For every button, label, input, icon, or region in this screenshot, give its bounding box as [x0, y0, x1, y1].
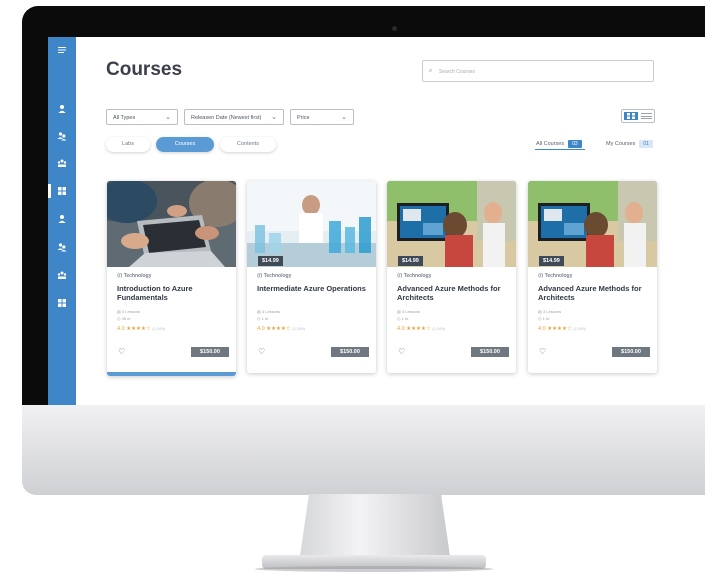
stand-shadow [255, 566, 493, 572]
my-courses-counter[interactable]: My Courses 01 [606, 140, 653, 148]
sale-price-tag: $14.99 [398, 256, 423, 266]
course-card[interactable]: $14.99 ⟨/⟩ Technology Advanced Azure Met… [528, 181, 657, 373]
active-counter-underline [535, 149, 585, 150]
duration: ◷ 1 hr [538, 316, 550, 321]
course-card[interactable]: $14.99 ⟨/⟩ Technology Intermediate Azure… [247, 181, 376, 373]
sidebar-active-indicator [48, 184, 51, 198]
list-view-icon[interactable] [641, 113, 652, 119]
course-title: Advanced Azure Methods for Architects [397, 284, 501, 302]
user-icon[interactable] [57, 214, 67, 224]
type-filter-dropdown[interactable]: All Types ⌄ [106, 109, 178, 125]
category-label: ⟨/⟩ Technology [117, 273, 152, 279]
tab-contents[interactable]: Contents [220, 137, 276, 152]
course-title: Advanced Azure Methods for Architects [538, 284, 642, 302]
duration: ◷ 1 hr [257, 316, 269, 321]
heart-icon[interactable]: ♡ [539, 347, 546, 356]
monitor-chin [22, 405, 705, 495]
my-courses-label: My Courses [606, 141, 636, 147]
price-button[interactable]: $150.00 [191, 347, 229, 357]
price-filter-value: Price [297, 115, 310, 121]
user-icon[interactable] [57, 104, 67, 114]
course-card[interactable]: ⟨/⟩ Technology Introduction to Azure Fun… [107, 181, 236, 376]
price-button[interactable]: $150.00 [471, 347, 509, 357]
price-button[interactable]: $150.00 [331, 347, 369, 357]
course-image-kids-computer: $14.99 [528, 181, 657, 267]
monitor-mockup: Courses ⌕ Search Courses All Types ⌄ Rel… [0, 0, 705, 576]
lessons-count: ▤ 3 Lessons [397, 309, 421, 314]
camera-dot [392, 26, 397, 31]
lessons-count: ▤ 3 Lessons [257, 309, 281, 314]
sale-price-tag: $14.99 [539, 256, 564, 266]
menu-icon[interactable] [57, 45, 67, 55]
dashboard-icon[interactable] [57, 298, 67, 308]
duration: ◷ 1 hr [397, 316, 409, 321]
lessons-count: ▤ 3 Lessons [117, 309, 141, 314]
search-icon: ⌕ [429, 68, 433, 74]
rating: 4.0 ★★★★☆ (1,099) [257, 326, 306, 332]
all-courses-counter[interactable]: All Courses 03 [536, 140, 582, 148]
app-screen: Courses ⌕ Search Courses All Types ⌄ Rel… [48, 37, 705, 405]
category-label: ⟨/⟩ Technology [397, 273, 432, 279]
my-courses-count: 01 [639, 140, 653, 148]
group-icon[interactable] [57, 158, 67, 168]
course-image-kids-computer: $14.99 [387, 181, 516, 267]
category-label: ⟨/⟩ Technology [257, 273, 292, 279]
course-image-laptop-hands [107, 181, 236, 267]
course-title: Intermediate Azure Operations [257, 284, 366, 293]
users-icon[interactable] [57, 131, 67, 141]
chevron-down-icon: ⌄ [271, 114, 277, 121]
search-input[interactable]: ⌕ Search Courses [422, 60, 654, 82]
monitor-stand-neck [300, 494, 450, 556]
sale-price-tag: $14.99 [258, 256, 283, 266]
course-card[interactable]: $14.99 ⟨/⟩ Technology Advanced Azure Met… [387, 181, 516, 373]
heart-icon[interactable]: ♡ [398, 347, 405, 356]
grid-view-icon[interactable] [624, 112, 638, 120]
view-toggle [621, 109, 655, 123]
group-icon[interactable] [57, 270, 67, 280]
heart-icon[interactable]: ♡ [118, 347, 125, 356]
tab-courses[interactable]: Courses [156, 137, 214, 152]
tab-labs[interactable]: Labs [106, 137, 150, 152]
type-filter-value: All Types [113, 115, 136, 121]
heart-icon[interactable]: ♡ [258, 347, 265, 356]
lessons-count: ▤ 3 Lessons [538, 309, 562, 314]
main-content: Courses ⌕ Search Courses All Types ⌄ Rel… [76, 37, 705, 405]
rating: 4.0 ★★★★☆ (1,099) [538, 326, 587, 332]
duration: ◷ 45 m [117, 316, 131, 321]
all-courses-label: All Courses [536, 141, 565, 147]
price-button[interactable]: $150.00 [612, 347, 650, 357]
category-label: ⟨/⟩ Technology [538, 273, 573, 279]
price-filter-dropdown[interactable]: Price ⌄ [290, 109, 354, 125]
rating: 4.0 ★★★★☆ (1,099) [397, 326, 446, 332]
users-icon[interactable] [57, 242, 67, 252]
course-title: Introduction to Azure Fundamentals [117, 284, 193, 302]
rating: 4.0 ★★★★☆ (1,099) [117, 326, 166, 332]
course-image-lab: $14.99 [247, 181, 376, 267]
page-title: Courses [106, 59, 183, 80]
sidebar [48, 37, 76, 405]
selected-indicator [107, 372, 236, 376]
search-placeholder: Search Courses [439, 69, 475, 75]
sort-dropdown[interactable]: Releasen Date (Newest first) ⌄ [184, 109, 284, 125]
all-courses-count: 03 [568, 140, 582, 148]
chevron-down-icon: ⌄ [165, 114, 171, 121]
chevron-down-icon: ⌄ [341, 114, 347, 121]
dashboard-icon[interactable] [57, 186, 67, 196]
sort-value: Releasen Date (Newest first) [191, 115, 262, 121]
